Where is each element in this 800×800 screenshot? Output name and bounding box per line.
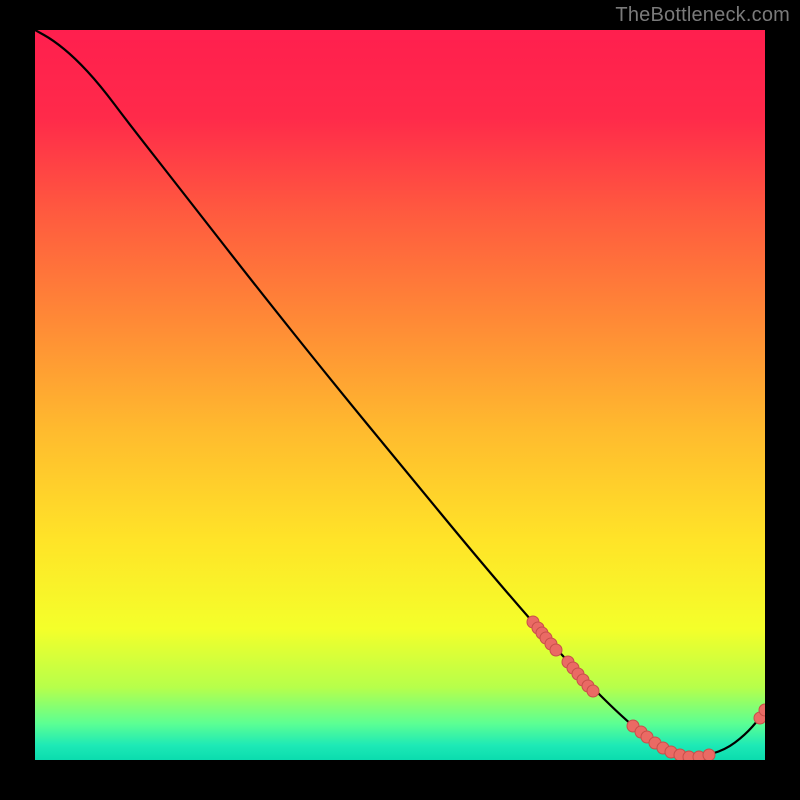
data-marker (703, 749, 715, 760)
plot-svg (35, 30, 765, 760)
chart-stage: TheBottleneck.com (0, 0, 800, 800)
gradient-background (35, 30, 765, 760)
data-marker (587, 685, 599, 697)
data-marker (550, 644, 562, 656)
plot-area (35, 30, 765, 760)
watermark-text: TheBottleneck.com (615, 4, 790, 27)
